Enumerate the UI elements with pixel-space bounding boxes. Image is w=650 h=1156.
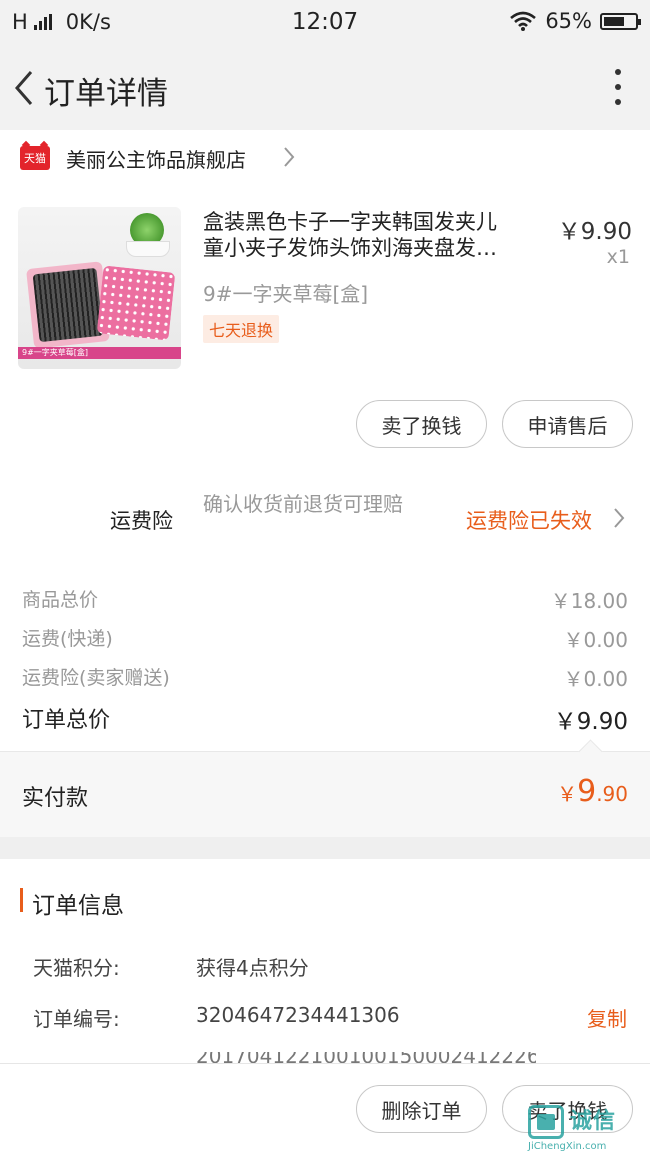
order-total-row: 订单总价 ￥9.90 [22,702,628,735]
watermark-logo [528,1105,564,1139]
more-vertical-icon[interactable] [612,69,624,105]
nav-bar: 订单详情 [0,44,650,130]
order-info-title: 订单信息 [32,893,124,919]
watermark-subtext: JiChengXin.com [528,1141,607,1152]
wifi-icon [510,11,537,31]
insurance-status[interactable]: 运费险已失效 [466,505,592,535]
goods-total-value: ￥18.00 [550,589,628,613]
insurance-fee-label: 运费险(卖家赠送) [22,667,170,689]
insurance-fee-value: ￥0.00 [563,667,628,691]
section-divider [0,837,650,859]
product-thumbnail[interactable]: 9#一字夹草莓[盒] [18,207,181,369]
payment-decimal: .90 [596,782,628,806]
shop-row[interactable]: 天猫 美丽公主饰品旗舰店 [0,130,650,186]
notch-decoration [578,739,603,764]
actual-payment-block: 实付款 ￥9.90 [0,739,650,838]
product-title-line2: 童小夹子发饰头饰刘海夹盘发… [203,236,497,260]
page-title: 订单详情 [44,76,168,112]
product-title-line1: 盒装黑色卡子一字夹韩国发夹儿 [203,210,497,234]
insurance-fee-row: 运费险(卖家赠送) ￥0.00 [22,663,628,693]
status-bar: H 0K/s 12:07 65% [0,0,650,44]
battery-fill [604,16,624,26]
chevron-right-icon[interactable] [282,146,296,168]
shipping-insurance-row[interactable]: 运费险 确认收货前退货可理赔 运费险已失效 [0,486,650,550]
sell-for-cash-button[interactable]: 卖了换钱 [356,400,487,448]
pot-decoration [126,241,170,257]
points-value: 获得4点积分 [196,956,309,980]
delete-order-button[interactable]: 删除订单 [356,1085,487,1133]
thumbnail-caption: 9#一字夹草莓[盒] [18,347,181,359]
order-total-label: 订单总价 [22,708,111,733]
product-price: ￥9.90 [557,219,632,245]
order-number-row: 订单编号: 3204647234441306 复制 [33,1003,633,1033]
strawberry-box [96,265,176,341]
watermark: 诚信 JiChengXin.com [526,1103,644,1152]
tmall-logo: 天猫 [20,146,50,170]
payment-integer: 9 [577,774,597,809]
chevron-right-icon[interactable] [612,507,626,529]
points-row: 天猫积分: 获得4点积分 [33,952,633,982]
copy-button[interactable]: 复制 [587,1003,627,1032]
shipping-fee-row: 运费(快递) ￥0.00 [22,624,628,654]
shipping-fee-value: ￥0.00 [563,628,628,652]
heading-accent-bar [20,888,23,912]
watermark-text: 诚信 [570,1109,617,1134]
product-sku: 9#一字夹草莓[盒] [203,282,369,306]
battery-icon [600,12,641,30]
shop-name[interactable]: 美丽公主饰品旗舰店 [66,144,246,173]
insurance-description: 确认收货前退货可理赔 [203,492,403,516]
battery-percent: 65% [545,9,592,33]
insurance-label: 运费险 [110,509,173,533]
product-title[interactable]: 盒装黑色卡子一字夹韩国发夹儿 童小夹子发饰头饰刘海夹盘发… [203,209,539,261]
shipping-fee-label: 运费(快递) [22,628,113,650]
return-policy-badge: 七天退换 [203,315,280,343]
order-number-label: 订单编号: [33,1007,120,1031]
after-sales-button[interactable]: 申请售后 [502,400,633,448]
order-number-value: 3204647234441306 [196,1003,400,1027]
order-total-value: ￥9.90 [553,709,628,735]
chevron-left-icon[interactable] [4,66,44,110]
status-right: 65% [509,9,641,33]
payment-currency: ￥ [557,782,578,806]
actual-payment-amount: ￥9.90 [557,774,628,809]
points-label: 天猫积分: [33,956,120,980]
actual-payment-label: 实付款 [22,786,89,811]
product-quantity: x1 [606,246,630,268]
goods-total-row: 商品总价 ￥18.00 [22,585,628,615]
hairclip-box [26,261,110,349]
goods-total-label: 商品总价 [22,589,99,611]
